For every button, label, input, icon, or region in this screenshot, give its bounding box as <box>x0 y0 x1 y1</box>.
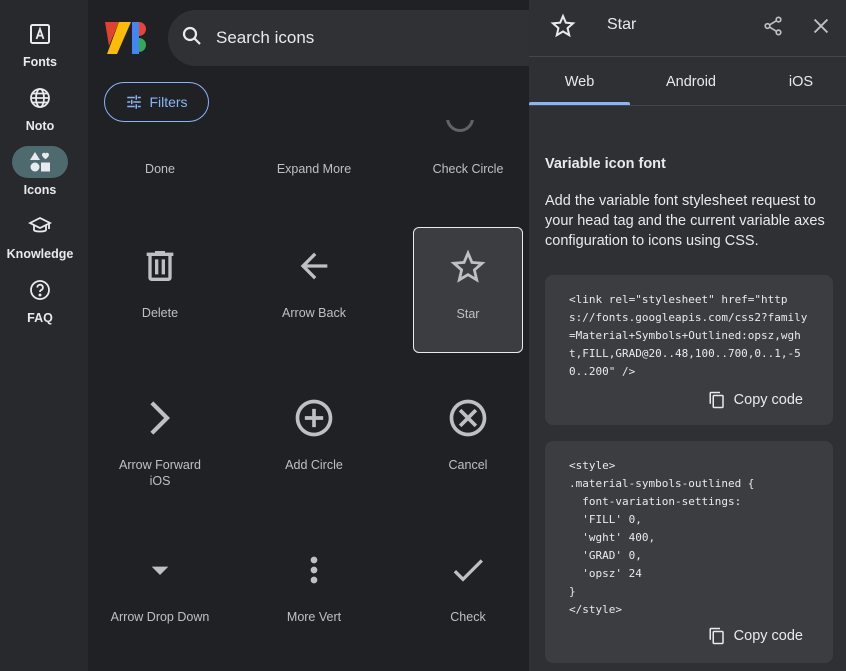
icon-label: Arrow Forward iOS <box>119 458 201 488</box>
section-title: Variable icon font <box>545 156 666 172</box>
active-tab-indicator <box>529 102 630 105</box>
tab-ios[interactable]: iOS <box>751 58 846 105</box>
icon-cell-arrow-back[interactable]: Arrow Back <box>259 227 369 353</box>
copy-code-button[interactable]: Copy code <box>708 627 803 645</box>
icon-label: Done <box>145 162 175 176</box>
arrow-forward-ios-icon <box>140 379 180 457</box>
icon-cell-check[interactable]: Check <box>413 531 523 657</box>
search-input[interactable] <box>216 28 476 48</box>
copy-icon <box>709 391 724 409</box>
add-circle-icon <box>292 379 336 457</box>
copy-code-button[interactable]: Copy code <box>708 391 803 409</box>
code-block-stylesheet: <link rel="stylesheet" href="https://fon… <box>545 275 833 425</box>
icon-cell-arrow-forward-ios[interactable]: Arrow Forward iOS <box>105 379 215 505</box>
search-icon[interactable] <box>180 24 204 53</box>
icon-cell-add-circle[interactable]: Add Circle <box>259 379 369 505</box>
check-icon <box>448 531 488 609</box>
icon-label: Expand More <box>276 162 352 176</box>
more-vert-icon <box>294 531 334 609</box>
rail-label: Knowledge <box>6 247 74 261</box>
fonts-icon <box>12 18 68 50</box>
icon-cell-more-vert[interactable]: More Vert <box>259 531 369 657</box>
rail-item-faq[interactable]: FAQ <box>0 274 80 325</box>
tab-android[interactable]: Android <box>641 58 741 105</box>
shapes-icon <box>12 146 68 178</box>
icon-cell-star[interactable]: Star <box>413 227 523 353</box>
share-icon[interactable] <box>762 15 784 42</box>
close-icon[interactable] <box>810 15 832 42</box>
icon-label: Arrow Back <box>282 306 346 320</box>
icon-cell-done[interactable]: Done <box>105 132 215 192</box>
copy-icon <box>709 627 724 645</box>
panel-header: Star <box>529 0 846 57</box>
rail-label: Fonts <box>22 55 58 69</box>
google-fonts-logo[interactable] <box>105 20 149 56</box>
tab-web[interactable]: Web <box>529 58 630 105</box>
arrow-back-icon <box>294 227 334 305</box>
copy-code-label: Copy code <box>733 628 803 644</box>
cancel-icon <box>446 379 490 457</box>
rail-item-knowledge[interactable]: Knowledge <box>0 210 80 261</box>
rail-item-icons[interactable]: Icons <box>0 146 80 197</box>
section-description: Add the variable font stylesheet request… <box>545 193 825 249</box>
navigation-rail: Fonts Noto Icons Knowledge FAQ <box>0 0 88 671</box>
arrow-drop-down-icon <box>140 531 180 609</box>
filters-button[interactable]: Filters <box>104 82 209 122</box>
main-content: Filters Done Expand More Check Circle De… <box>88 0 529 671</box>
icon-label: Star <box>456 307 480 321</box>
code-block-css: <style> .material-symbols-outlined { fon… <box>545 441 833 663</box>
help-icon <box>12 274 68 306</box>
star-icon <box>548 11 578 46</box>
icon-cell-cancel[interactable]: Cancel <box>413 379 523 505</box>
icon-cell-delete[interactable]: Delete <box>105 227 215 353</box>
rail-item-fonts[interactable]: Fonts <box>0 18 80 69</box>
tune-icon <box>127 95 142 109</box>
star-icon <box>447 228 489 306</box>
code-css: <style> .material-symbols-outlined { fon… <box>569 459 755 616</box>
rail-label: Icons <box>23 183 57 197</box>
globe-icon <box>12 82 68 114</box>
code-stylesheet-link: <link rel="stylesheet" href="https://fon… <box>569 293 808 378</box>
icon-label: Cancel <box>448 458 488 472</box>
filters-label: Filters <box>149 94 188 110</box>
icon-cell-expand-more[interactable]: Expand More <box>259 132 369 192</box>
rail-label: FAQ <box>27 311 53 325</box>
icon-cell-arrow-drop-down[interactable]: Arrow Drop Down <box>105 531 215 657</box>
icon-label: Check <box>450 610 486 624</box>
icon-label: More Vert <box>286 610 342 624</box>
icon-cell-check-circle[interactable]: Check Circle <box>413 132 523 192</box>
icon-label: Add Circle <box>285 458 343 472</box>
platform-tabs: Web Android iOS <box>529 58 846 106</box>
rail-label: Noto <box>25 119 55 133</box>
icon-label: Delete <box>141 306 179 320</box>
check-circle-icon-top <box>446 120 474 132</box>
school-icon <box>12 210 68 242</box>
icon-label: Check Circle <box>432 162 504 176</box>
search-bar[interactable] <box>168 10 529 66</box>
copy-code-label: Copy code <box>733 392 803 408</box>
delete-icon <box>140 227 180 305</box>
rail-item-noto[interactable]: Noto <box>0 82 80 133</box>
icon-label: Arrow Drop Down <box>110 610 210 624</box>
icon-details-panel: Star Web Android iOS Variable icon font … <box>529 0 846 671</box>
panel-title: Star <box>607 16 637 33</box>
